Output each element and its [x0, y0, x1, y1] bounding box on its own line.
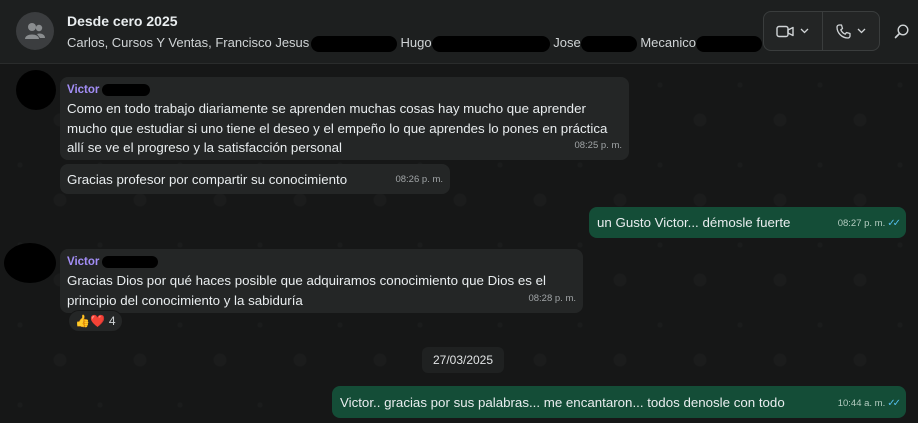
sender-name[interactable]: Victor: [67, 255, 99, 269]
sender-avatar[interactable]: [4, 243, 56, 283]
phone-icon: [836, 23, 851, 39]
message-text: Gracias profesor por compartir su conoci…: [67, 172, 348, 187]
redacted-member: [310, 35, 397, 52]
member-name: Jose: [553, 35, 581, 50]
message-time: 08:26 p. m.: [395, 173, 443, 185]
reaction-count: 4: [108, 314, 116, 328]
message-status: 08:27 p. m. ✓✓: [837, 214, 901, 234]
chat-header: Desde cero 2025 Carlos, Cursos Y Ventas,…: [0, 0, 918, 64]
sender-avatar[interactable]: [16, 70, 56, 110]
chat-title[interactable]: Desde cero 2025: [67, 13, 178, 29]
reaction-emojis: 👍❤️: [75, 314, 105, 328]
message-time: 10:44 a. m.: [837, 397, 886, 409]
message-time: 08:25 p. m.: [574, 139, 622, 151]
group-icon: [25, 23, 45, 39]
message-bubble[interactable]: un Gusto Victor... démosle fuerte 08:27 …: [589, 207, 906, 238]
video-call-button[interactable]: [764, 12, 822, 50]
video-camera-icon: [776, 25, 794, 37]
redacted-sender-info: [102, 256, 159, 268]
member-names: Carlos, Cursos Y Ventas, Francisco Jesus: [67, 35, 310, 50]
redacted-member: [580, 35, 637, 52]
date-separator: 27/03/2025: [422, 347, 504, 373]
redacted-sender-info: [102, 84, 151, 96]
message-reactions[interactable]: 👍❤️ 4: [68, 310, 123, 332]
message-bubble[interactable]: Gracias profesor por compartir su conoci…: [60, 164, 450, 194]
member-name: Mecanico: [640, 35, 696, 50]
message-text: Victor.. gracias por sus palabras... me …: [340, 395, 785, 410]
message-bubble[interactable]: Victor Como en todo trabajo diariamente …: [60, 77, 629, 160]
chat-members[interactable]: Carlos, Cursos Y Ventas, Francisco Jesus…: [67, 35, 762, 52]
message-text: Como en todo trabajo diariamente se apre…: [67, 101, 608, 155]
message-text: Gracias Dios por qué haces posible que a…: [67, 273, 546, 308]
message-status: 10:44 a. m. ✓✓: [837, 394, 901, 414]
group-avatar[interactable]: [16, 12, 54, 50]
call-actions: [763, 11, 880, 51]
chevron-down-icon: [800, 28, 809, 34]
chevron-down-icon: [857, 28, 866, 34]
search-button[interactable]: [890, 20, 912, 42]
redacted-member: [695, 35, 762, 52]
message-bubble[interactable]: Victor.. gracias por sus palabras... me …: [332, 386, 906, 418]
message-time: 08:28 p. m.: [528, 292, 576, 304]
message-bubble[interactable]: Victor Gracias Dios por qué haces posibl…: [60, 249, 583, 313]
voice-call-button[interactable]: [821, 12, 880, 50]
read-ticks-icon: ✓✓: [887, 397, 901, 409]
search-icon: [894, 23, 909, 38]
redacted-member: [431, 35, 550, 52]
message-time: 08:27 p. m.: [837, 217, 886, 229]
sender-name[interactable]: Victor: [67, 83, 99, 97]
read-ticks-icon: ✓✓: [887, 217, 901, 229]
member-name: Hugo: [400, 35, 432, 50]
